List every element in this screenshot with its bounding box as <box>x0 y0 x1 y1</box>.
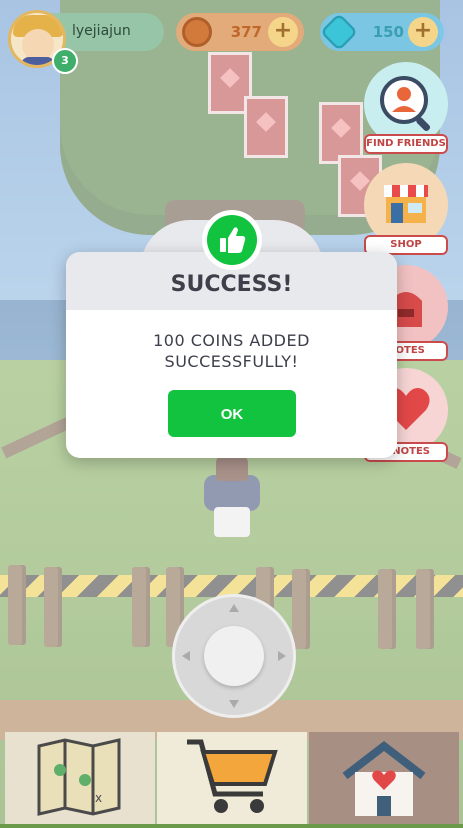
coin-count: 377 <box>230 23 262 41</box>
gem-count: 150 <box>372 23 404 41</box>
shopping-cart-icon <box>187 739 278 813</box>
coin-icon <box>182 17 212 47</box>
virtual-joystick[interactable] <box>172 594 296 718</box>
dialog-title: SUCCESS! <box>170 272 293 297</box>
thumbs-up-icon <box>207 215 257 265</box>
find-friends-label: FIND FRIENDS <box>364 134 448 154</box>
username-label: lyejiajun <box>72 23 131 39</box>
shop-button[interactable]: SHOP <box>364 163 448 259</box>
add-coins-button[interactable]: + <box>268 17 298 47</box>
map-icon: x <box>37 738 121 816</box>
ok-button[interactable]: OK <box>168 390 296 437</box>
dialog-message: 100 COINS ADDED SUCCESSFULLY! <box>66 330 397 372</box>
map-button[interactable]: x <box>5 732 155 824</box>
add-gems-button[interactable]: + <box>408 17 438 47</box>
dialog-message-line-1: 100 COINS ADDED <box>153 331 310 350</box>
home-button[interactable] <box>309 732 459 824</box>
dialog-message-line-2: SUCCESSFULLY! <box>164 352 299 371</box>
level-badge: 3 <box>52 48 78 74</box>
store-cart-button[interactable] <box>157 732 307 824</box>
svg-text:x: x <box>95 791 102 805</box>
thumbs-up-badge <box>202 210 262 270</box>
success-dialog: SUCCESS! 100 COINS ADDED SUCCESSFULLY! O… <box>66 252 397 458</box>
home-heart-icon <box>342 740 426 816</box>
find-friends-button[interactable]: FIND FRIENDS <box>364 62 448 158</box>
joystick-knob[interactable] <box>204 626 264 686</box>
